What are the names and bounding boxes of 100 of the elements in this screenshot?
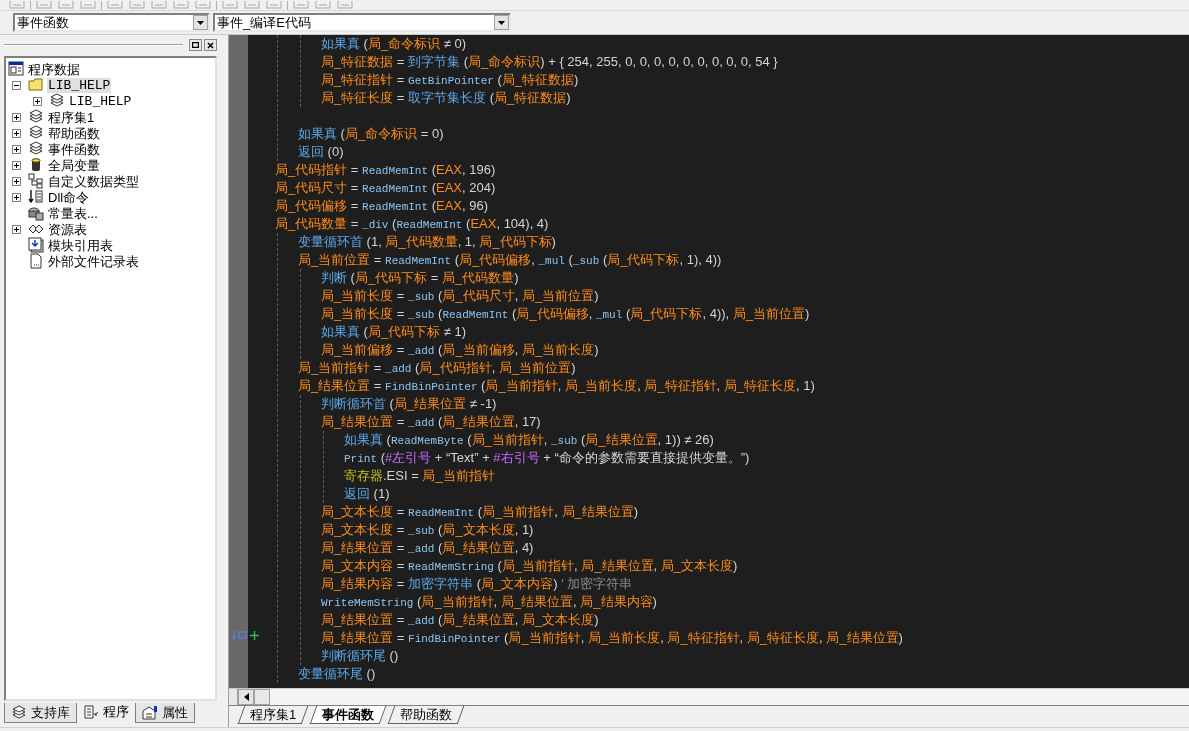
scrollbar-thumb[interactable] xyxy=(254,689,270,705)
file-tab[interactable]: 帮助函数 xyxy=(387,706,465,724)
plus-icon[interactable] xyxy=(250,631,259,640)
plus-icon xyxy=(35,98,40,104)
stacked-sheets-icon xyxy=(28,141,44,157)
code-line: 判断 (局_代码下标 = 局_代码数量) xyxy=(321,269,519,287)
tree-item[interactable]: 模块引用表 xyxy=(47,237,114,253)
plus-icon xyxy=(14,146,19,152)
code-line: 局_结果位置 = _add (局_结果位置, 4) xyxy=(321,539,534,557)
code-line: 局_结果位置 = _add (局_结果位置, 17) xyxy=(321,413,541,431)
stacked-sheets-icon xyxy=(28,125,44,141)
toolbar-icon[interactable] xyxy=(150,1,168,10)
dropdown-caret-icon xyxy=(197,20,204,25)
arrow-list-icon xyxy=(28,189,44,205)
horizontal-scrollbar[interactable] xyxy=(229,688,1189,705)
tree-item[interactable]: 外部文件记录表 xyxy=(47,253,140,269)
maximize-button[interactable] xyxy=(189,39,202,51)
code-line: 如果真 (局_代码下标 ≠ 1) xyxy=(321,323,467,341)
toolbar-icon[interactable] xyxy=(172,1,190,10)
tree-item[interactable]: Dll命令 xyxy=(47,189,91,205)
diagram-icon xyxy=(28,173,44,189)
expand-toggle[interactable] xyxy=(33,96,42,106)
code-line: 局_当前指针 = _add (局_代码指针, 局_当前位置) xyxy=(298,359,576,377)
plus-icon xyxy=(14,114,19,120)
plus-icon xyxy=(14,194,19,200)
expand-toggle[interactable] xyxy=(12,176,21,186)
tree-item[interactable]: 帮助函数 xyxy=(47,125,101,141)
tree-item[interactable]: 资源表 xyxy=(47,221,88,237)
toolbar-icon[interactable] xyxy=(35,1,53,10)
toolbar-icon[interactable] xyxy=(243,1,261,10)
toolbar-icon[interactable] xyxy=(336,1,354,10)
tree-item[interactable]: 程序数据 xyxy=(27,61,81,77)
code-line: 判断循环尾 () xyxy=(321,647,399,665)
cylinder-icon xyxy=(28,157,44,173)
code-line: 如果真 (局_命令标识 ≠ 0) xyxy=(321,35,467,53)
expand-toggle[interactable] xyxy=(12,112,21,122)
stacked-sheets-icon xyxy=(49,93,65,109)
window-icon xyxy=(8,61,24,77)
code-line: 如果真 (局_命令标识 = 0) xyxy=(298,125,444,143)
code-line: 局_结果内容 = 加密字符串 (局_文本内容) ′ 加密字符串 xyxy=(321,575,633,593)
panel-tab[interactable]: 支持库 xyxy=(4,703,77,723)
tree-item[interactable]: 全局变量 xyxy=(47,157,101,173)
code-line: Print (#左引号 + “Text” + #右引号 + “命令的参数需要直接提供变量。”) xyxy=(344,449,750,467)
code-line: 局_当前偏移 = _add (局_当前偏移, 局_当前长度) xyxy=(321,341,599,359)
code-line: 局_结果位置 = _add (局_结果位置, 局_文本长度) xyxy=(321,611,599,629)
code-line: 返回 (1) xyxy=(344,485,390,503)
download-page-icon xyxy=(28,237,44,253)
expand-toggle[interactable] xyxy=(12,144,21,154)
dropdown[interactable]: 事件函数 xyxy=(13,13,210,32)
code-line: 局_特征指针 = GetBinPointer (局_特征数据) xyxy=(321,71,579,89)
code-line: 如果真 (ReadMemByte (局_当前指针, _sub (局_结果位置, 1)) ≠ 26) xyxy=(344,431,714,449)
tree-item[interactable]: 事件函数 xyxy=(47,141,101,157)
close-button[interactable] xyxy=(204,39,217,51)
tree-item[interactable]: 自定义数据类型 xyxy=(47,173,140,189)
toolbar-icon[interactable] xyxy=(314,1,332,10)
code-line: 局_结果位置 = FindBinPointer (局_当前指针, 局_当前长度, 局_特征指针, 局_特征长度, 局_结果位置) xyxy=(321,629,903,647)
code-line: 局_当前长度 = _sub (局_代码尺寸, 局_当前位置) xyxy=(321,287,599,305)
expand-toggle[interactable] xyxy=(12,224,21,234)
code-line: 变量循环首 (1, 局_代码数量, 1, 局_代码下标) xyxy=(298,233,556,251)
code-line: 寄存器.ESI = 局_当前指针 xyxy=(344,467,495,485)
toolbar-icon[interactable] xyxy=(79,1,97,10)
toolbar-icon[interactable] xyxy=(292,1,310,10)
code-line: WriteMemString (局_当前指针, 局_结果位置, 局_结果内容) xyxy=(321,593,657,611)
database-icon xyxy=(28,205,44,221)
close-icon xyxy=(207,41,214,49)
toolbar-icon[interactable] xyxy=(8,1,26,10)
dropdown-caret-icon xyxy=(498,20,505,25)
page-icon xyxy=(28,253,44,269)
code-line: 局_特征数据 = 到字节集 (局_命令标识) + { 254, 255, 0, 0, 0, 0, 0, 0, 0, 0, 0, 54 } xyxy=(321,53,778,71)
tree-item[interactable]: 程序集1 xyxy=(47,109,96,125)
expand-toggle[interactable] xyxy=(12,128,21,138)
toolbar-icon[interactable] xyxy=(194,1,212,10)
code-line: 变量循环尾 () xyxy=(298,665,376,683)
tree-item[interactable]: LIB_HELP xyxy=(47,77,112,93)
code-line: 局_特征长度 = 取字节集长度 (局_特征数据) xyxy=(321,89,571,107)
minus-icon xyxy=(14,82,19,88)
expand-toggle[interactable] xyxy=(12,192,21,202)
scroll-left-button[interactable] xyxy=(238,689,254,705)
code-line: 局_结果位置 = FindBinPointer (局_当前指针, 局_当前长度, 局_特征指针, 局_特征长度, 1) xyxy=(298,377,815,395)
toolbar-icon[interactable] xyxy=(221,1,239,10)
code-line: 局_代码尺寸 = ReadMemInt (EAX, 204) xyxy=(275,179,496,197)
tree-item[interactable]: 常量表... xyxy=(47,205,99,221)
toolbar-icon[interactable] xyxy=(57,1,75,10)
toolbar-icon[interactable] xyxy=(265,1,283,10)
plus-icon xyxy=(14,130,19,136)
folder-icon xyxy=(28,77,44,93)
toolbar-icon[interactable] xyxy=(106,1,124,10)
tree-item[interactable]: LIB_HELP xyxy=(68,93,133,109)
plus-icon xyxy=(14,162,19,168)
code-line: 局_代码指针 = ReadMemInt (EAX, 196) xyxy=(275,161,496,179)
file-tab[interactable]: 程序集1 xyxy=(237,706,309,724)
file-tab[interactable]: 事件函数 xyxy=(309,706,387,724)
collapse-toggle[interactable] xyxy=(12,80,21,90)
expand-toggle[interactable] xyxy=(12,160,21,170)
toolbar-icon[interactable] xyxy=(128,1,146,10)
stacked-sheets-icon xyxy=(28,109,44,125)
panel-tab[interactable]: 属性 xyxy=(135,703,195,723)
dropdown[interactable]: 事件_编译E代码 xyxy=(213,13,511,32)
maximize-icon xyxy=(192,42,199,48)
code-line: 局_当前长度 = _sub (ReadMemInt (局_代码偏移, _mul (局_代码下标, 4)), 局_当前位置) xyxy=(321,305,810,323)
